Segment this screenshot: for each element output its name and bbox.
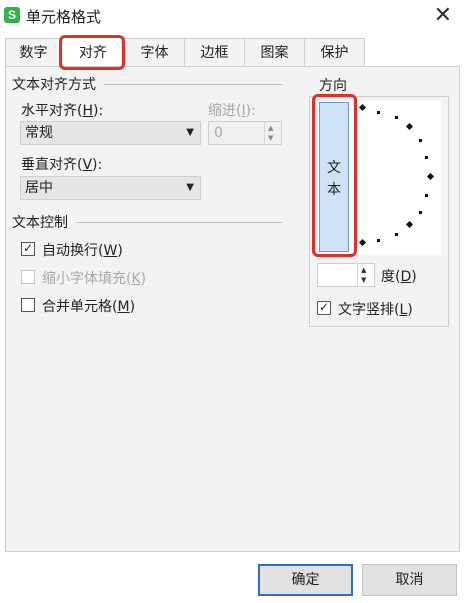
dialog-title: 单元格格式 (26, 8, 102, 26)
wrap-text-checkbox[interactable]: ✓ (21, 242, 35, 256)
section-text-alignment: 文本对齐方式 (12, 77, 96, 93)
orientation-dial-icon[interactable] (350, 100, 445, 255)
tab-highlight-annotation (59, 35, 125, 70)
chevron-down-icon: ▼ (186, 182, 194, 193)
tab-border[interactable]: 边框 (184, 38, 245, 67)
indent-label: 缩进(I): (208, 103, 256, 119)
section-divider (76, 222, 282, 223)
indent-stepper[interactable]: 0 ▲ ▼ (208, 121, 282, 145)
degree-stepper[interactable]: ▲ ▼ (317, 263, 375, 287)
wrap-text-label[interactable]: 自动换行(W) (42, 240, 123, 260)
vertical-text-highlight-annotation (312, 94, 357, 257)
vertical-stack-checkbox[interactable]: ✓ (317, 301, 331, 315)
horizontal-align-label: 水平对齐(H): (21, 103, 104, 119)
vertical-stack-label[interactable]: 文字竖排(L) (338, 299, 413, 319)
close-icon[interactable]: ✕ (434, 1, 452, 31)
degree-label: 度(D) (381, 269, 417, 285)
tab-font[interactable]: 字体 (124, 38, 185, 67)
spin-up-icon[interactable]: ▲ (361, 266, 366, 274)
tab-protection[interactable]: 保护 (304, 38, 365, 67)
merge-cells-checkbox[interactable] (21, 298, 35, 312)
horizontal-align-select[interactable]: 常规 ▼ (20, 121, 201, 145)
spin-down-icon[interactable]: ▼ (361, 276, 366, 284)
section-divider (104, 84, 282, 85)
section-text-control: 文本控制 (12, 215, 68, 231)
ok-button[interactable]: 确定 (258, 564, 353, 596)
spin-up-icon[interactable]: ▲ (268, 124, 273, 132)
shrink-to-fit-checkbox (21, 270, 35, 284)
cancel-button[interactable]: 取消 (362, 564, 457, 596)
vertical-align-label: 垂直对齐(V): (21, 157, 103, 173)
title-bar: S 单元格格式 ✕ (0, 0, 466, 34)
chevron-down-icon: ▼ (186, 127, 194, 138)
vertical-align-select[interactable]: 居中 ▼ (20, 176, 201, 200)
spin-down-icon[interactable]: ▼ (268, 134, 273, 142)
app-icon: S (4, 7, 20, 23)
merge-cells-label[interactable]: 合并单元格(M) (42, 296, 135, 316)
shrink-to-fit-label: 缩小字体填充(K) (42, 271, 147, 287)
tab-number[interactable]: 数字 (5, 38, 62, 67)
section-orientation: 方向 (317, 75, 349, 95)
tab-pattern[interactable]: 图案 (244, 38, 305, 67)
